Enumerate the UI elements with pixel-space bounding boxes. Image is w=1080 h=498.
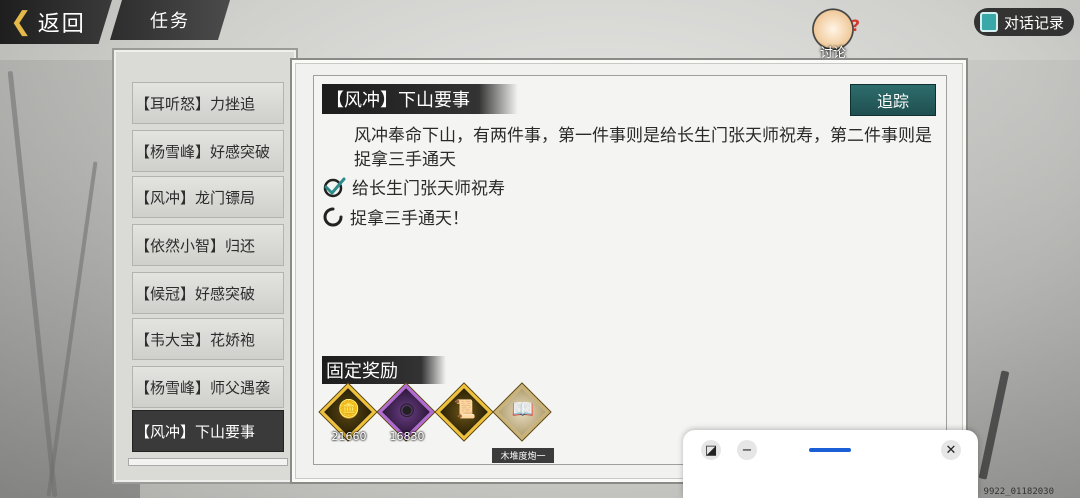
quest-list-item[interactable]: 【杨雪峰】好感突破 bbox=[132, 130, 284, 172]
minimize-icon[interactable]: − bbox=[737, 440, 757, 460]
discuss-button[interactable]: 讨论 bbox=[806, 4, 860, 61]
copper-coin-icon: ◉ bbox=[399, 399, 415, 420]
reward-name: 木堆度炮一 bbox=[492, 448, 554, 463]
reward-header: 固定奖励 bbox=[322, 356, 446, 384]
reward-item[interactable]: 📜 bbox=[435, 383, 493, 441]
reward-qty: 16830 bbox=[389, 430, 425, 443]
quest-list-item[interactable]: 【耳听怒】力挫追 bbox=[132, 82, 284, 124]
quest-list-item-label: 【候冠】好感突破 bbox=[135, 284, 256, 303]
silver-coin-icon: 🪙 bbox=[337, 399, 361, 420]
chevron-left-icon: ❮ bbox=[10, 7, 32, 37]
quest-list-item-label: 【韦大宝】花娇袍 bbox=[135, 330, 256, 349]
list-scrollbar[interactable] bbox=[128, 458, 288, 466]
quest-detail-content: 【风冲】下山要事 追踪 风冲奉命下山，有两件事，第一件事则是给长生门张天师祝寿，… bbox=[313, 75, 947, 465]
quest-detail-panel: 【风冲】下山要事 追踪 风冲奉命下山，有两件事，第一件事则是给长生门张天师祝寿，… bbox=[292, 60, 966, 482]
scroll-icon: 📜 bbox=[453, 399, 477, 420]
quest-list-item-label: 【风冲】下山要事 bbox=[135, 422, 256, 441]
reward-qty: 21660 bbox=[331, 430, 367, 443]
reward-item[interactable]: 📖 木堆度炮一 bbox=[492, 383, 554, 463]
quest-title: 【风冲】下山要事 bbox=[322, 84, 518, 114]
objective-text: 给长生门张天师祝寿 bbox=[352, 179, 505, 199]
dialog-log-label: 对话记录 bbox=[1003, 13, 1064, 32]
manual-book-icon: 📖 bbox=[511, 399, 535, 420]
page-title: 任务 bbox=[110, 0, 230, 40]
quest-list-panel: 【耳听怒】力挫追 【杨雪峰】好感突破 【风冲】龙门镖局 【依然小智】归还 【候冠… bbox=[114, 50, 296, 482]
quest-list-item-selected[interactable]: 【风冲】下山要事 bbox=[132, 410, 284, 452]
checkmark-icon bbox=[323, 177, 346, 197]
quest-description: 风冲奉命下山，有两件事，第一件事则是给长生门张天师祝寿，第二件事则是捉拿三手通天 bbox=[354, 126, 932, 170]
quest-list-item[interactable]: 【韦大宝】花娇袍 bbox=[132, 318, 284, 360]
build-id: 9922_01182030 bbox=[983, 487, 1054, 497]
close-icon[interactable]: ✕ bbox=[941, 440, 961, 460]
dialog-log-button[interactable]: 对话记录 bbox=[973, 8, 1074, 36]
track-button[interactable]: 追踪 bbox=[850, 84, 936, 116]
quest-list-item[interactable]: 【风冲】龙门镖局 bbox=[132, 176, 284, 218]
quest-list-item-label: 【耳听怒】力挫追 bbox=[135, 94, 256, 113]
quest-list-item-label: 【风冲】龙门镖局 bbox=[135, 188, 256, 207]
pending-circle-icon bbox=[323, 207, 343, 226]
back-button[interactable]: ❮ 返回 bbox=[0, 0, 112, 44]
quest-list-item-label: 【依然小智】归还 bbox=[135, 236, 256, 255]
opacity-toggle-icon[interactable]: ◪ bbox=[701, 440, 721, 460]
reward-item[interactable]: ◉ 16830 bbox=[377, 383, 435, 443]
back-label: 返回 bbox=[37, 12, 86, 37]
reward-item[interactable]: 🪙 21660 bbox=[319, 383, 377, 443]
quest-list-item-label: 【杨雪峰】好感突破 bbox=[135, 142, 271, 161]
floating-window: ◪ − ✕ bbox=[683, 430, 978, 498]
objective-item: 给长生门张天师祝寿 bbox=[322, 174, 505, 199]
objective-text: 捉拿三手通天！ bbox=[350, 209, 469, 229]
book-icon bbox=[979, 12, 998, 32]
quest-list-item[interactable]: 【依然小智】归还 bbox=[132, 224, 284, 266]
discuss-label: 讨论 bbox=[819, 46, 846, 61]
drag-handle[interactable] bbox=[809, 448, 851, 452]
ink-wash-right bbox=[960, 60, 1080, 498]
quest-list-item[interactable]: 【候冠】好感突破 bbox=[132, 272, 284, 314]
quest-list-item-label: 【杨雪峰】师父遇袭 bbox=[135, 378, 271, 397]
objective-item: 捉拿三手通天！ bbox=[322, 204, 469, 229]
quest-list-item[interactable]: 【杨雪峰】师父遇袭 bbox=[132, 366, 284, 408]
